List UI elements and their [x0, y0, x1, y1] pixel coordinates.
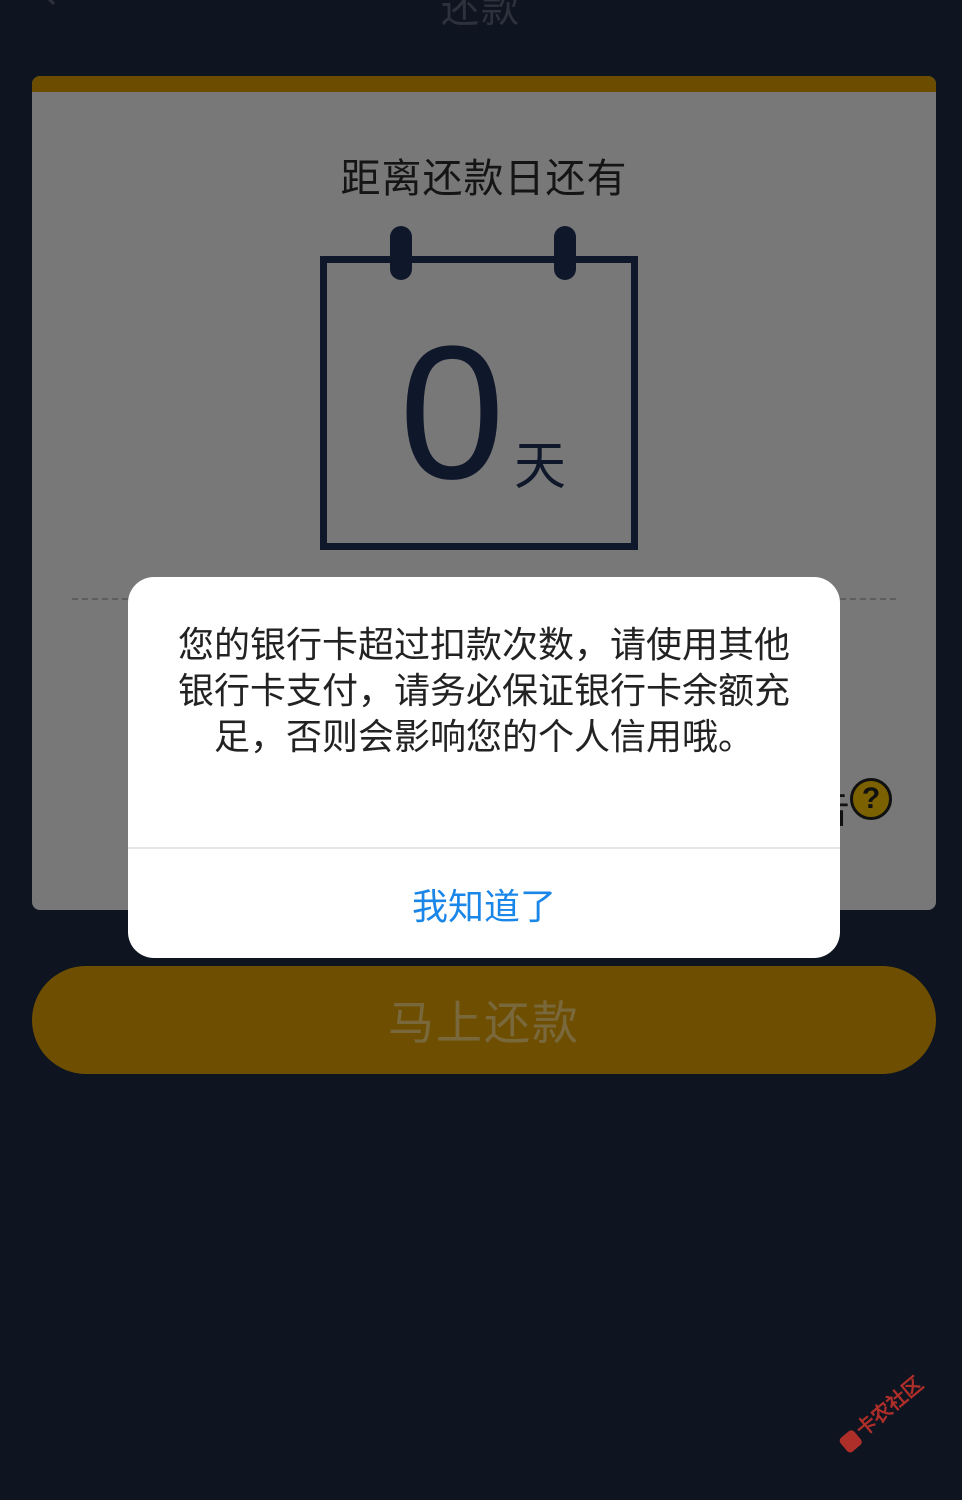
dialog-message: 您的银行卡超过扣款次数，请使用其他银行卡支付，请务必保证银行卡余额充足，否则会影… [177, 625, 790, 758]
dialog-confirm-button[interactable]: 我知道了 [128, 849, 840, 958]
alert-dialog: 您的银行卡超过扣款次数，请使用其他银行卡支付，请务必保证银行卡余额充足，否则会影… [128, 577, 840, 958]
